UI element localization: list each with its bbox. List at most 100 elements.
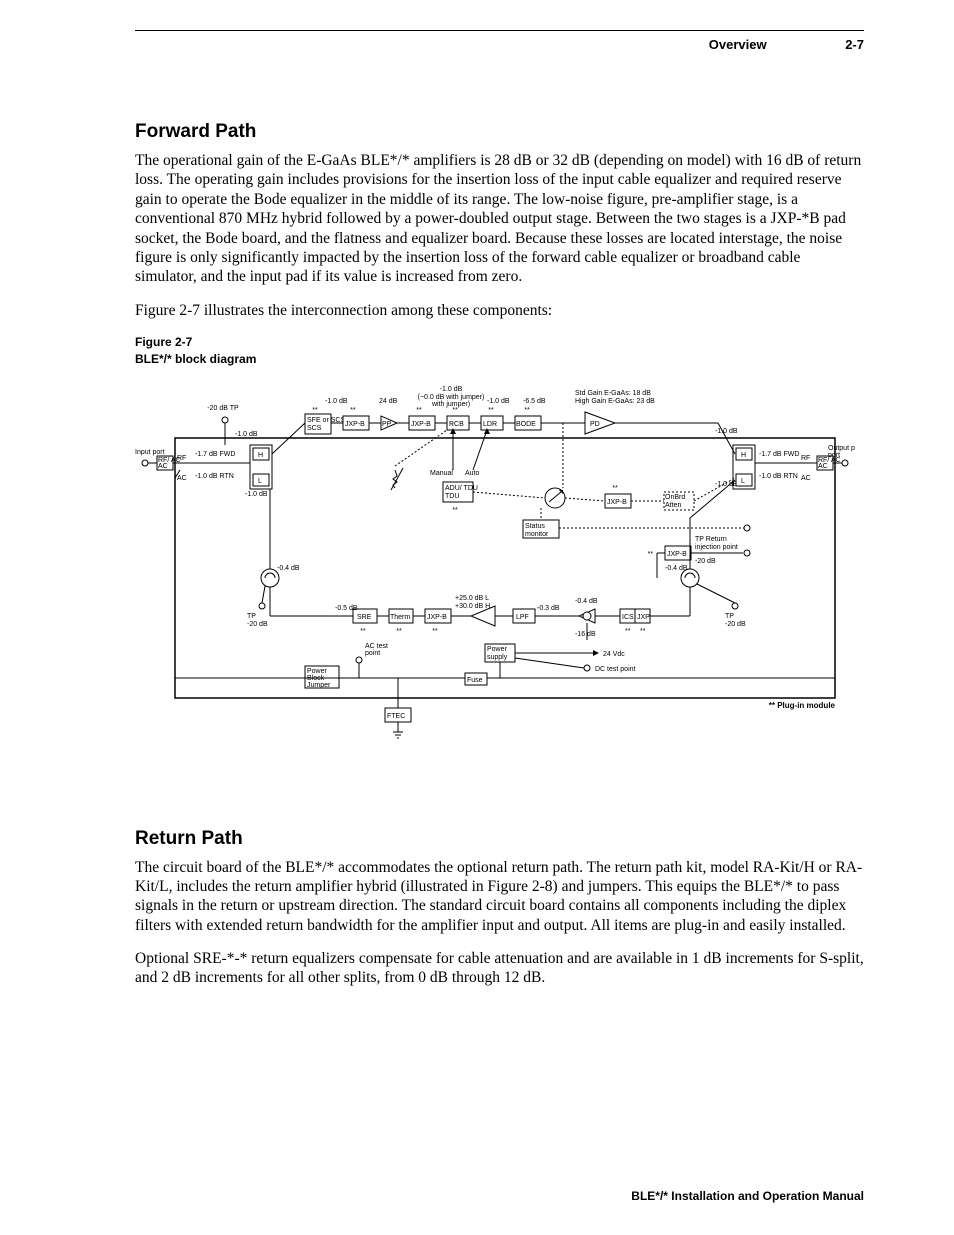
svg-text:AC: AC xyxy=(158,463,168,470)
diplex-l-left: L xyxy=(258,478,262,485)
fuse: Fuse xyxy=(467,677,483,684)
status-monitor: Status xyxy=(525,523,545,530)
svg-text:Atten: Atten xyxy=(665,502,681,509)
return-path-para-1: The circuit board of the BLE*/* accommod… xyxy=(135,858,864,936)
neg0-3: -0.3 dB xyxy=(537,605,560,612)
svg-text:(~0.0 dB with jumper): (~0.0 dB with jumper) xyxy=(418,394,485,401)
svg-text:point: point xyxy=(365,650,380,657)
pp: PP xyxy=(382,421,392,428)
gain-sre: +25.0 dB L xyxy=(455,595,489,602)
jxp-b-return: JXP-B xyxy=(427,614,447,621)
plugin-legend: ** Plug-in module xyxy=(769,701,836,710)
return-path-heading: Return Path xyxy=(135,828,864,850)
svg-text:**: ** xyxy=(625,628,631,635)
neg1-0-a: -1.0 dB xyxy=(325,398,348,405)
svg-text:injection point: injection point xyxy=(695,544,738,551)
svg-text:supply: supply xyxy=(487,654,508,661)
return-inj-label: TP Return xyxy=(695,536,727,543)
power-block-jumper: Power xyxy=(307,668,328,675)
svg-text:monitor: monitor xyxy=(525,531,549,538)
svg-text:AC: AC xyxy=(177,475,187,482)
svg-text:**: ** xyxy=(452,507,458,514)
sre: SRE xyxy=(357,614,372,621)
svg-text:**: ** xyxy=(452,407,458,414)
dc-test-point: DC test point xyxy=(595,666,636,673)
svg-text:**: ** xyxy=(524,407,530,414)
onbrd-atten: OnBrd xyxy=(665,494,685,501)
therm: Therm xyxy=(390,614,410,621)
return-path-para-2: Optional SRE-*-* return equalizers compe… xyxy=(135,949,864,988)
svg-text:-1.0 dB: -1.0 dB xyxy=(245,491,268,498)
neg1-0-rtn-right: -1.0 dB RTN xyxy=(759,473,798,480)
ics: ICS xyxy=(622,614,634,621)
jxp-b-rinj: JXP-B xyxy=(667,551,687,558)
power-supply: Power xyxy=(487,646,508,653)
output-port-label: Output port xyxy=(828,445,855,452)
rcb: RCB xyxy=(449,421,464,428)
svg-text:**: ** xyxy=(432,628,438,635)
svg-text:with jumper): with jumper) xyxy=(431,401,470,408)
svg-text:-1.0 dB: -1.0 dB xyxy=(440,386,463,393)
std-gain: Std Gain E-GaAs: 18 dB xyxy=(575,390,651,397)
figure-caption-line-2: BLE*/* block diagram xyxy=(135,352,256,366)
jxp-b-1: JXP-B xyxy=(345,421,365,428)
ftec: FTEC xyxy=(387,713,405,720)
tp-20-return-right: TP xyxy=(725,613,734,620)
neg1-7-fwd-right: -1.7 dB FWD xyxy=(759,451,799,458)
svg-text:SCS: SCS xyxy=(307,425,322,432)
svg-text:**: ** xyxy=(312,407,318,414)
neg0-5: -0.5 dB xyxy=(335,605,358,612)
header-rule: Overview 2-7 xyxy=(135,30,864,31)
svg-text:AC: AC xyxy=(818,463,828,470)
forward-path-heading: Forward Path xyxy=(135,121,864,143)
header-section: Overview xyxy=(709,37,767,52)
tp-20-left: -20 dB TP xyxy=(207,405,239,412)
neg0-4-left: -0.4 dB xyxy=(277,565,300,572)
bode: BODE xyxy=(516,421,536,428)
figure-caption-line-1: Figure 2-7 xyxy=(135,335,192,349)
svg-text:**: ** xyxy=(648,551,654,558)
svg-text:**: ** xyxy=(416,407,422,414)
diplex-l-right: L xyxy=(741,478,745,485)
vdc24: 24 Vdc xyxy=(603,651,625,658)
neg1-0-left: -1.0 dB xyxy=(235,431,258,438)
svg-text:RF: RF xyxy=(801,455,810,462)
footer-text: BLE*/* Installation and Operation Manual xyxy=(631,1189,864,1203)
svg-text:-20 dB: -20 dB xyxy=(247,621,268,628)
neg0-4-right: -0.4 dB xyxy=(665,565,688,572)
svg-text:-20 dB: -20 dB xyxy=(725,621,746,628)
neg1-0-right: -1.0 dB xyxy=(715,428,738,435)
svg-text:Jumper: Jumper xyxy=(307,682,331,689)
svg-text:**: ** xyxy=(350,407,356,414)
input-port-label: Input port xyxy=(135,449,165,456)
jxp: JXP xyxy=(637,614,650,621)
svg-text:port: port xyxy=(828,452,840,459)
svg-text:-20 dB: -20 dB xyxy=(695,558,716,565)
manual-label: Manual xyxy=(430,470,453,477)
neg1-7-fwd-left: -1.7 dB FWD xyxy=(195,451,235,458)
svg-text:RF: RF xyxy=(177,455,186,462)
svg-text:**: ** xyxy=(360,628,366,635)
svg-text:-1.0 dB: -1.0 dB xyxy=(487,398,510,405)
diplex-h-right: H xyxy=(741,452,746,459)
neg6-5: -6.5 dB xyxy=(523,398,546,405)
gain-24: 24 dB xyxy=(379,398,398,405)
svg-text:**: ** xyxy=(488,407,494,414)
diplex-h-left: H xyxy=(258,452,263,459)
high-gain: High Gain E-GaAs: 23 dB xyxy=(575,398,655,405)
svg-text:**: ** xyxy=(640,628,646,635)
jxp-b-2: JXP-B xyxy=(411,421,431,428)
neg0-4-amp: -0.4 dB xyxy=(575,598,598,605)
header-page: 2-7 xyxy=(845,37,864,52)
svg-text:**: ** xyxy=(396,628,402,635)
pd: PD xyxy=(590,421,600,428)
ac-test-point: AC test xyxy=(365,643,388,650)
lpf: LPF xyxy=(516,614,529,621)
figure-caption: Figure 2-7 BLE*/* block diagram xyxy=(135,334,864,368)
jxp-b-mid: JXP-B xyxy=(607,499,627,506)
svg-text:AC: AC xyxy=(801,475,811,482)
adu-tdu: ADU/ TDU xyxy=(445,485,478,492)
neg16: -16 dB xyxy=(575,631,596,638)
tp-20-return-left: TP xyxy=(247,613,256,620)
ldr: LDR xyxy=(483,421,497,428)
